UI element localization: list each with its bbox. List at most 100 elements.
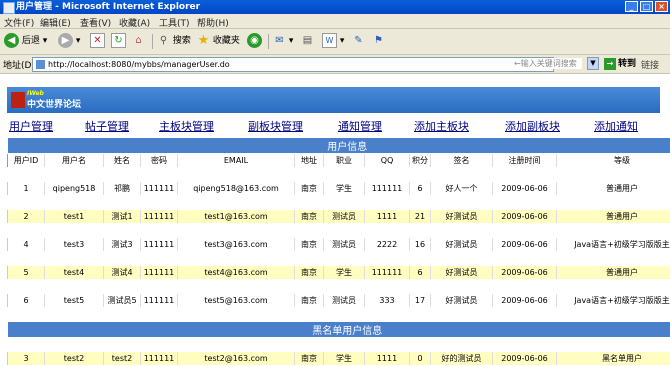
menu-file[interactable]: 文件(F) xyxy=(4,16,34,29)
table-cell: 测试员 xyxy=(324,210,365,224)
table-row[interactable]: 6test5测试员5111111test5@163.com南京测试员33317好… xyxy=(8,294,670,308)
table-cell: 6 xyxy=(410,266,431,280)
stop-button[interactable]: ✕ xyxy=(90,33,105,50)
keyword-search-input[interactable]: ←输入关键词搜索 xyxy=(514,58,582,69)
menu-favorites[interactable]: 收藏(A) xyxy=(119,16,150,29)
column-header-row: 用户ID用户名姓名密码EMAIL地址职业QQ积分签名注册时间等级 xyxy=(8,154,670,168)
nav-user-management[interactable]: 用户管理 xyxy=(9,118,53,134)
table-cell: 5 xyxy=(8,266,45,280)
table-cell: 普通用户 xyxy=(557,210,670,224)
messenger-icon: ✎ xyxy=(352,34,365,47)
refresh-icon: ↻ xyxy=(111,33,126,48)
nav-add-notice[interactable]: 添加通知 xyxy=(594,118,638,134)
table-row[interactable]: 2test1测试1111111test1@163.com南京测试员111121好… xyxy=(8,210,670,224)
menu-view[interactable]: 查看(V) xyxy=(80,16,111,29)
favorites-button[interactable]: ★ 收藏夹 xyxy=(197,33,240,50)
table-cell: 南京 xyxy=(295,182,324,196)
research-button[interactable]: ⚑ xyxy=(372,33,385,50)
table-cell: 111111 xyxy=(365,182,410,196)
column-header: EMAIL xyxy=(178,154,295,168)
nav-notice-management[interactable]: 通知管理 xyxy=(338,118,382,134)
nav-add-sub-board[interactable]: 添加副板块 xyxy=(505,118,560,134)
menu-bar: 文件(F) 编辑(E) 查看(V) 收藏(A) 工具(T) 帮助(H) xyxy=(0,14,670,29)
table-cell: 2 xyxy=(8,210,45,224)
maximize-icon[interactable]: □ xyxy=(640,1,653,12)
table-cell: 21 xyxy=(410,210,431,224)
nav-add-main-board[interactable]: 添加主板块 xyxy=(414,118,469,134)
table-cell: 测试员 xyxy=(324,238,365,252)
table-cell: 好的测试员 xyxy=(431,352,493,366)
column-header: 密码 xyxy=(141,154,178,168)
table-row[interactable]: 5test4测试4111111test4@163.com南京学生1111116好… xyxy=(8,266,670,280)
links-button[interactable]: 链接 xyxy=(641,58,659,71)
table-cell: 测试员 xyxy=(324,294,365,308)
toolbar: ◀ 后退 ▾ ▶ ▾ ✕ ↻ ⌂ ⚲ 搜索 ★ 收藏夹 ◉ ✉ ▾ ▤ W ▾ … xyxy=(0,29,670,55)
address-dropdown-button[interactable]: ▼ xyxy=(587,57,599,70)
mail-button[interactable]: ✉ ▾ xyxy=(273,33,293,50)
table-cell: 2009-06-06 xyxy=(493,210,557,224)
favorites-star-icon: ★ xyxy=(197,34,210,47)
go-arrow-icon: → xyxy=(604,58,616,70)
back-button[interactable]: ◀ 后退 ▾ xyxy=(4,33,47,50)
user-info-header: 用户信息 xyxy=(8,138,670,154)
table-cell: 111111 xyxy=(141,210,178,224)
table-row[interactable]: 1qipeng518祁鹏111111qipeng518@163.com南京学生1… xyxy=(8,182,670,196)
table-cell: 好测试员 xyxy=(431,238,493,252)
go-button[interactable]: →转到 xyxy=(604,57,636,71)
search-label: 搜索 xyxy=(173,36,191,46)
column-header: 职业 xyxy=(324,154,365,168)
table-cell: Java语言+初级学习版版主 xyxy=(557,294,670,308)
search-button[interactable]: ⚲ 搜索 xyxy=(157,33,191,50)
site-banner: IWeb 中文世界论坛 xyxy=(7,87,660,113)
menu-help[interactable]: 帮助(H) xyxy=(197,16,229,29)
home-icon: ⌂ xyxy=(132,34,145,47)
close-icon[interactable]: × xyxy=(655,1,668,12)
table-cell: Java语言+初级学习版版主 xyxy=(557,238,670,252)
edit-button[interactable]: W ▾ xyxy=(322,33,344,50)
user-info-header-title: 用户信息 xyxy=(8,138,670,154)
nav-main-board-management[interactable]: 主板块管理 xyxy=(159,118,214,134)
admin-nav: 用户管理 帖子管理 主板块管理 副板块管理 通知管理 添加主板块 添加副板块 添… xyxy=(0,118,670,134)
table-cell: 2009-06-06 xyxy=(493,294,557,308)
table-cell: 6 xyxy=(410,182,431,196)
media-button[interactable]: ◉ xyxy=(247,33,262,50)
mail-icon: ✉ xyxy=(273,34,286,47)
nav-sub-board-management[interactable]: 副板块管理 xyxy=(248,118,303,134)
minimize-icon[interactable]: _ xyxy=(625,1,638,12)
table-cell: 1111 xyxy=(365,210,410,224)
media-icon: ◉ xyxy=(247,33,262,48)
table-cell: 学生 xyxy=(324,182,365,196)
table-cell: qipeng518@163.com xyxy=(178,182,295,196)
search-icon: ⚲ xyxy=(157,34,170,47)
menu-tools[interactable]: 工具(T) xyxy=(159,16,190,29)
table-cell: test3@163.com xyxy=(178,238,295,252)
table-row[interactable]: 3test2test2111111test2@163.com南京学生11110好… xyxy=(8,352,670,366)
menu-edit[interactable]: 编辑(E) xyxy=(40,16,71,29)
home-button[interactable]: ⌂ xyxy=(132,33,145,50)
table-cell: 好测试员 xyxy=(431,266,493,280)
table-cell: 1 xyxy=(8,182,45,196)
messenger-button[interactable]: ✎ xyxy=(352,33,365,50)
table-cell: 南京 xyxy=(295,266,324,280)
table-cell: 测试员5 xyxy=(104,294,141,308)
table-cell: test5@163.com xyxy=(178,294,295,308)
refresh-button[interactable]: ↻ xyxy=(111,33,126,50)
table-cell: 16 xyxy=(410,238,431,252)
table-cell: 测试3 xyxy=(104,238,141,252)
table-cell: 111111 xyxy=(365,266,410,280)
address-input[interactable]: http://localhost:8080/mybbs/managerUser.… xyxy=(32,57,554,72)
table-cell: test2 xyxy=(45,352,104,366)
table-cell: 1111 xyxy=(365,352,410,366)
table-row[interactable]: 4test3测试3111111test3@163.com南京测试员222216好… xyxy=(8,238,670,252)
column-header: 姓名 xyxy=(104,154,141,168)
table-cell: 普通用户 xyxy=(557,182,670,196)
nav-post-management[interactable]: 帖子管理 xyxy=(85,118,129,134)
print-button[interactable]: ▤ xyxy=(301,33,314,50)
table-cell: 111111 xyxy=(141,238,178,252)
forward-button[interactable]: ▶ ▾ xyxy=(58,33,80,50)
page-icon xyxy=(36,60,45,69)
column-header: QQ xyxy=(365,154,410,168)
column-header: 积分 xyxy=(410,154,431,168)
table-cell: 17 xyxy=(410,294,431,308)
table-cell: 2009-06-06 xyxy=(493,266,557,280)
